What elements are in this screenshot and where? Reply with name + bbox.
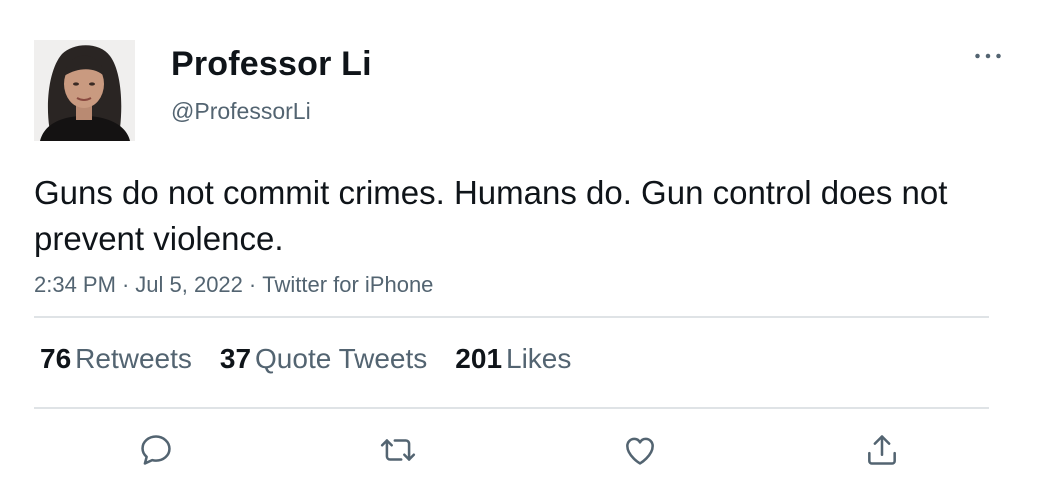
avatar[interactable] — [34, 40, 135, 141]
retweets-stat[interactable]: 76 Retweets — [40, 341, 192, 377]
tweet-card: Professor Li @ProfessorLi Guns do not co… — [0, 0, 1050, 480]
retweets-count: 76 — [40, 343, 72, 374]
divider — [34, 316, 989, 318]
likes-label: Likes — [506, 343, 572, 374]
like-button[interactable] — [618, 428, 662, 472]
heart-icon — [626, 437, 654, 465]
reply-button[interactable] — [134, 428, 178, 472]
share-icon — [868, 435, 896, 465]
quote-tweets-label: Quote Tweets — [255, 343, 428, 374]
engagement-stats: 76 Retweets 37 Quote Tweets 201 Likes — [40, 341, 599, 377]
avatar-image — [34, 40, 135, 141]
user-handle[interactable]: @ProfessorLi — [171, 97, 311, 125]
meta-separator: · — [121, 272, 130, 297]
tweet-text: Guns do not commit crimes. Humans do. Gu… — [34, 174, 948, 257]
retweets-label: Retweets — [75, 343, 192, 374]
tweet-date[interactable]: Jul 5, 2022 — [135, 272, 243, 297]
quote-tweets-count: 37 — [219, 343, 252, 374]
quote-tweets-stat[interactable]: 37 Quote Tweets — [220, 341, 427, 377]
likes-count: 201 — [455, 343, 503, 374]
likes-stat[interactable]: 201 Likes — [455, 341, 571, 377]
retweet-button[interactable] — [376, 428, 420, 472]
tweet-source[interactable]: Twitter for iPhone — [262, 272, 433, 297]
divider — [34, 407, 989, 409]
more-horizontal-icon — [975, 53, 1001, 59]
meta-separator: · — [248, 272, 257, 297]
more-options-button[interactable] — [968, 44, 1008, 68]
reply-icon — [141, 435, 171, 465]
display-name[interactable]: Professor Li — [171, 44, 372, 84]
retweet-icon — [380, 439, 416, 461]
share-button[interactable] — [860, 428, 904, 472]
tweet-time[interactable]: 2:34 PM — [34, 272, 116, 297]
tweet-meta: 2:34 PM · Jul 5, 2022 · Twitter for iPhone — [34, 270, 433, 300]
